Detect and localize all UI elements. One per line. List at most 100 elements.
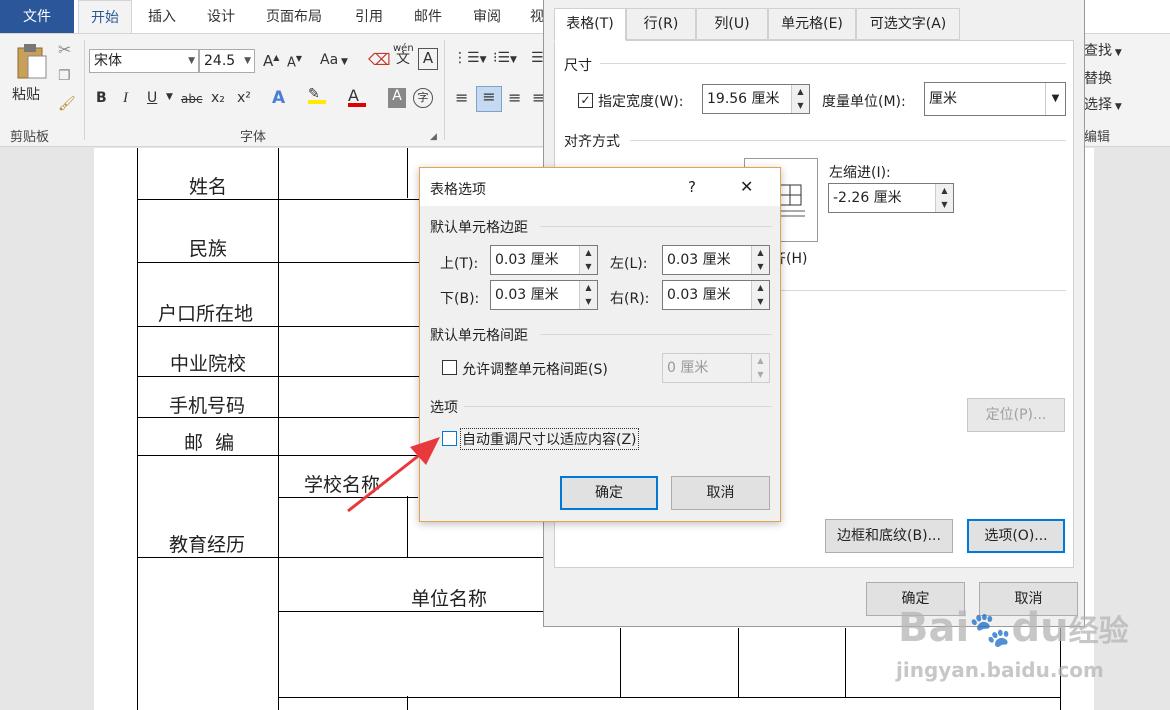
change-case-button[interactable]: Aa ▼ — [320, 52, 348, 68]
table-border — [845, 628, 846, 698]
table-border — [278, 697, 1060, 698]
tab-home[interactable]: 开始 — [78, 0, 132, 33]
format-painter-icon[interactable]: 🖌 — [58, 96, 76, 112]
tab-review[interactable]: 审阅 — [473, 0, 501, 33]
row-label-ethnicity: 民族 — [189, 238, 228, 260]
table-border — [620, 628, 621, 698]
tab-table[interactable]: 表格(T) — [554, 8, 626, 41]
find-button[interactable]: 查找 ▼ — [1084, 40, 1122, 60]
cut-icon[interactable]: ✂ — [58, 40, 71, 59]
tab-design[interactable]: 设计 — [207, 0, 235, 33]
superscript-button[interactable]: x² — [237, 90, 251, 106]
numbering-icon[interactable]: ⁝☰▼ — [493, 50, 517, 66]
right-margin-input[interactable]: 0.03 厘米 ▲ ▼ — [662, 280, 770, 310]
character-shading-icon[interactable]: A — [388, 88, 406, 108]
paste-button[interactable]: 粘贴 — [12, 84, 40, 104]
options-ok-button[interactable]: 确定 — [560, 476, 658, 510]
font-size-combo[interactable]: 24.5 ▼ — [199, 49, 255, 73]
tab-file[interactable]: 文件 — [0, 0, 74, 33]
font-color-icon[interactable]: A — [348, 86, 366, 107]
strikethrough-button[interactable]: abc — [181, 92, 203, 106]
tab-mailings[interactable]: 邮件 — [414, 0, 442, 33]
align-center-icon[interactable]: ≡ — [476, 86, 502, 112]
preferred-width-checkbox[interactable]: ✓ — [578, 93, 593, 108]
bullets-icon[interactable]: ⋮☰▼ — [453, 50, 486, 66]
paste-icon[interactable] — [14, 42, 48, 82]
select-button[interactable]: 选择 ▼ — [1084, 94, 1122, 114]
measure-in-select[interactable]: 厘米 ▼ — [924, 82, 1066, 116]
editing-group-label: 编辑 — [1084, 130, 1111, 145]
underline-dropdown-icon[interactable]: ▼ — [166, 92, 173, 102]
table-border — [407, 696, 408, 710]
watermark-url: jingyan.baidu.com — [896, 658, 1104, 682]
tab-layout[interactable]: 页面布局 — [266, 0, 322, 33]
table-options-dialog: 表格选项 ? ✕ 默认单元格边距 上(T): 0.03 厘米 ▲ ▼ 左(L): 0… — [419, 167, 781, 522]
italic-button[interactable]: I — [123, 90, 128, 107]
section-divider — [464, 406, 772, 407]
annotation-arrow-icon — [347, 437, 440, 513]
replace-button[interactable]: 替换 — [1084, 68, 1112, 88]
font-name-combo[interactable]: 宋体 ▼ — [89, 49, 199, 73]
align-left-icon[interactable]: ≡ — [455, 88, 468, 107]
underline-button[interactable]: U — [147, 90, 157, 106]
indent-input[interactable]: -2.26 厘米 ▲ ▼ — [828, 183, 954, 213]
table-border — [137, 557, 555, 558]
section-divider — [630, 140, 1066, 141]
clipboard-group-label: 剪贴板 — [10, 130, 50, 145]
group-separator — [444, 40, 445, 140]
align-right-icon[interactable]: ≡ — [508, 88, 521, 107]
text-effects-icon[interactable]: A — [272, 88, 285, 108]
font-name-value: 宋体 — [94, 53, 122, 69]
phonetic-guide-icon[interactable]: wén 文 — [393, 44, 414, 67]
row-label-postcode: 邮 编 — [184, 432, 235, 454]
tab-view[interactable]: 视 — [530, 0, 544, 33]
section-divider — [540, 334, 772, 335]
font-dialog-launcher-icon[interactable]: ◢ — [430, 132, 437, 142]
font-size-value: 24.5 — [204, 53, 236, 69]
copy-icon[interactable]: ❐ — [58, 68, 71, 84]
table-border — [137, 148, 138, 710]
left-margin-input[interactable]: 0.03 厘米 ▲ ▼ — [662, 245, 770, 275]
indent-label: 左缩进(I): — [829, 165, 891, 181]
character-border-icon[interactable]: A — [418, 48, 438, 70]
tab-column[interactable]: 列(U) — [696, 8, 768, 40]
baidu-watermark: Bai🐾du经验 — [898, 605, 1129, 651]
right-margin-label: 右(R): — [610, 291, 650, 307]
margins-section-title: 默认单元格边距 — [430, 220, 528, 236]
close-icon[interactable]: ✕ — [740, 177, 753, 196]
autoresize-label: 自动重调尺寸以适应内容(Z) — [460, 428, 639, 450]
bottom-margin-input[interactable]: 0.03 厘米 ▲ ▼ — [490, 280, 598, 310]
options-section-title: 选项 — [430, 400, 458, 416]
dialog-title: 表格选项 — [430, 182, 486, 198]
multilevel-list-icon[interactable]: ☰ — [531, 50, 544, 66]
preferred-width-input[interactable]: 19.56 厘米 ▲ ▼ — [702, 84, 810, 114]
spacing-input[interactable]: 0 厘米 ▲ ▼ — [662, 353, 770, 383]
tab-insert[interactable]: 插入 — [148, 0, 176, 33]
row-label-phone: 手机号码 — [169, 395, 246, 417]
table-border — [407, 148, 408, 198]
unit-name-header: 单位名称 — [411, 588, 488, 610]
options-button[interactable]: 选项(O)... — [967, 519, 1065, 553]
row-label-household: 户口所在地 — [158, 303, 254, 325]
highlight-icon[interactable]: ✎ — [308, 86, 326, 104]
top-margin-input[interactable]: 0.03 厘米 ▲ ▼ — [490, 245, 598, 275]
enclose-characters-icon[interactable]: 字 — [413, 88, 433, 108]
section-divider — [600, 63, 1066, 64]
tab-alt-text[interactable]: 可选文字(A) — [856, 8, 960, 40]
subscript-button[interactable]: x₂ — [211, 90, 225, 106]
tab-row[interactable]: 行(R) — [626, 8, 696, 40]
font-group-label: 字体 — [240, 130, 267, 145]
borders-shading-button[interactable]: 边框和底纹(B)... — [825, 519, 953, 553]
grow-font-icon[interactable]: A▲ — [263, 52, 279, 70]
shrink-font-icon[interactable]: A▼ — [287, 54, 302, 70]
positioning-button[interactable]: 定位(P)... — [967, 398, 1065, 432]
row-label-school: 中业院校 — [170, 353, 247, 375]
tab-cell[interactable]: 单元格(E) — [768, 8, 856, 40]
bold-button[interactable]: B — [96, 90, 107, 106]
allow-spacing-checkbox[interactable] — [442, 360, 457, 375]
allow-spacing-label: 允许调整单元格间距(S) — [462, 362, 608, 378]
clear-format-icon[interactable]: ⌫ — [368, 50, 391, 69]
tab-references[interactable]: 引用 — [355, 0, 383, 33]
options-cancel-button[interactable]: 取消 — [671, 476, 770, 510]
help-icon[interactable]: ? — [688, 178, 696, 196]
